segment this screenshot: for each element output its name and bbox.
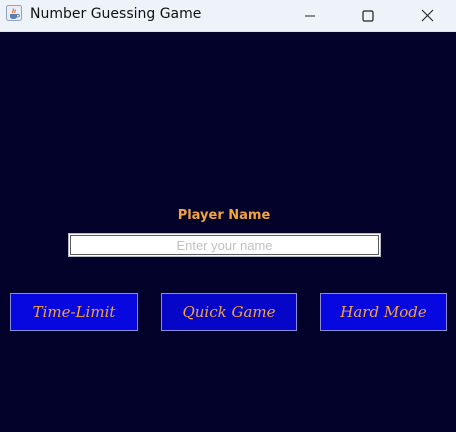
minimize-button[interactable] xyxy=(287,0,333,31)
maximize-button[interactable] xyxy=(345,0,391,31)
window-title: Number Guessing Game xyxy=(30,6,202,22)
quick-game-button[interactable]: Quick Game xyxy=(161,293,297,331)
window-titlebar[interactable]: Number Guessing Game xyxy=(0,0,456,32)
close-button[interactable] xyxy=(404,0,450,31)
player-name-label: Player Name xyxy=(177,208,271,223)
time-limit-button[interactable]: Time-Limit xyxy=(10,293,138,331)
player-name-input[interactable] xyxy=(68,233,381,257)
hard-mode-button[interactable]: Hard Mode xyxy=(320,293,447,331)
java-icon[interactable] xyxy=(6,5,22,21)
game-panel: Player Name Time-Limit Quick Game Hard M… xyxy=(0,32,456,432)
maximize-icon xyxy=(362,9,374,22)
close-icon xyxy=(421,9,433,22)
minimize-icon xyxy=(305,15,315,16)
